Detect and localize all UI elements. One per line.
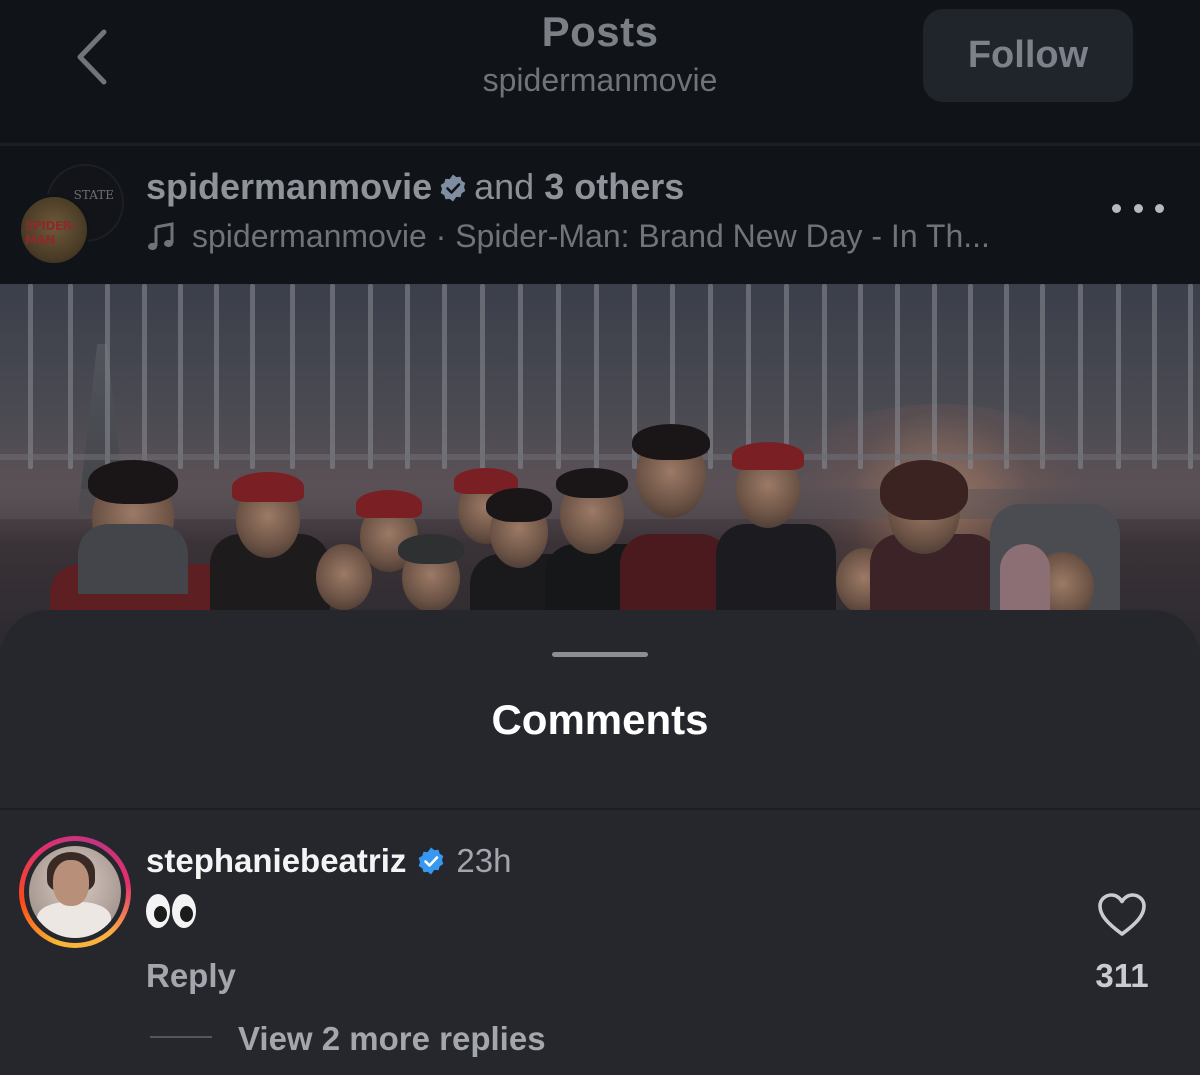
collab-avatars[interactable]: STATE SPIDER-MAN — [18, 164, 124, 266]
avatar-face — [53, 860, 89, 906]
avatar-torso — [37, 902, 111, 938]
comment-text — [146, 894, 196, 928]
person-hair — [88, 460, 178, 504]
avatar-primary-logo-text: SPIDER-MAN — [25, 219, 76, 247]
collab-others-link[interactable]: 3 others — [544, 166, 684, 207]
avatar-story-ring[interactable] — [19, 836, 131, 948]
post-username[interactable]: spidermanmovie — [146, 166, 432, 207]
avatar-secondary-logo-text: STATE — [73, 188, 114, 202]
avatar-inner — [24, 841, 126, 943]
eyes-emoji-icon — [172, 894, 196, 928]
person-hair — [486, 488, 552, 522]
verified-badge-icon — [419, 847, 444, 875]
more-dot — [1133, 203, 1143, 213]
like-count: 311 — [1095, 957, 1149, 994]
person-cap — [732, 442, 804, 470]
music-note-icon — [148, 221, 174, 250]
person-hair — [632, 424, 710, 460]
post-audio-line[interactable]: spidermanmovie · Spider-Man: Brand New D… — [146, 218, 990, 255]
replies-indent-line — [150, 1036, 212, 1038]
avatar — [29, 846, 121, 938]
more-horizontal-icon — [1112, 203, 1121, 213]
sheet-drag-handle[interactable] — [552, 652, 648, 657]
person-cap — [356, 490, 422, 518]
sheet-title: Comments — [491, 696, 709, 743]
person-cap — [232, 472, 304, 502]
person-hair — [880, 460, 968, 520]
eyes-emoji-icon — [146, 894, 170, 928]
binocular-viewer — [78, 524, 188, 594]
comment-meta: stephaniebeatriz 23h — [146, 842, 511, 880]
comment-item: stephaniebeatriz 23h Reply 311 View 2 mo… — [0, 810, 1200, 1075]
verified-badge-icon — [440, 174, 466, 202]
person-hair — [556, 468, 628, 498]
group-of-people — [0, 424, 1200, 644]
audio-track-text: spidermanmovie · Spider-Man: Brand New D… — [192, 218, 990, 254]
post-header: STATE SPIDER-MAN spidermanmovie and 3 ot… — [0, 146, 1200, 284]
comment-timestamp: 23h — [456, 842, 512, 879]
heart-outline-icon[interactable] — [1097, 892, 1147, 938]
more-dot — [1155, 203, 1164, 213]
comment-username[interactable]: stephaniebeatriz — [146, 842, 406, 880]
collab-conjunction: and — [474, 166, 535, 207]
top-navigation-bar: Posts spidermanmovie Follow — [0, 0, 1200, 142]
comments-sheet: Comments stephaniebeatriz 23h Reply 311 … — [0, 610, 1200, 1075]
view-more-replies-button[interactable]: View 2 more replies — [238, 1020, 546, 1058]
follow-button[interactable]: Follow — [923, 9, 1133, 102]
more-options-button[interactable] — [1112, 198, 1164, 218]
post-author-line: spidermanmovie and 3 others — [146, 166, 684, 208]
person-beanie — [398, 534, 464, 564]
avatar-primary: SPIDER-MAN — [18, 194, 90, 266]
reply-button[interactable]: Reply — [146, 957, 236, 995]
